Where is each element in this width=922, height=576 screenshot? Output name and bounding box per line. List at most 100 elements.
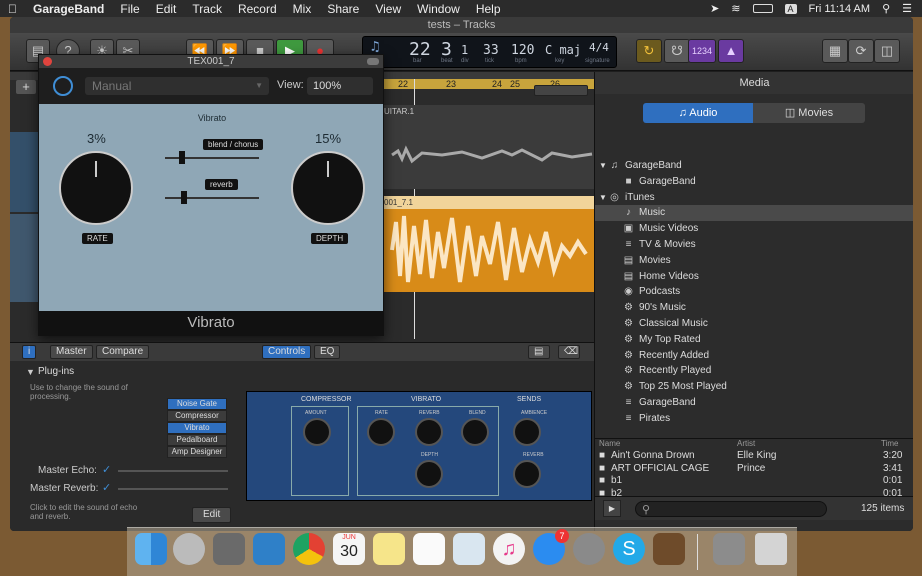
menu-record[interactable]: Record — [230, 2, 285, 16]
media-tree-item[interactable]: ▼ ♫ GarageBand — [595, 158, 913, 174]
media-tree-item[interactable]: ≡ GarageBand — [595, 395, 913, 411]
rack-blend-knob[interactable] — [461, 418, 489, 446]
media-tree-item[interactable]: ≡ Pirates — [595, 411, 913, 427]
add-track-button[interactable]: + — [16, 80, 36, 94]
media-tree-item[interactable]: ⚙ Classical Music — [595, 316, 913, 332]
ambience-knob[interactable] — [513, 418, 541, 446]
menu-app[interactable]: GarageBand — [25, 2, 112, 16]
keyboard-icon[interactable]: ▤ — [528, 345, 550, 359]
reminders-icon[interactable] — [413, 533, 445, 565]
notes-icon[interactable] — [373, 533, 405, 565]
media-tree-item[interactable]: ≡ TV & Movies — [595, 237, 913, 253]
calendar-icon[interactable]: JUN 30 — [333, 533, 365, 565]
garageband-icon[interactable] — [653, 533, 685, 565]
app-store-icon[interactable]: 7 — [533, 529, 569, 565]
master-button[interactable]: Master — [50, 345, 93, 359]
play-preview-button[interactable]: ▶ — [603, 500, 621, 517]
menu-track[interactable]: Track — [184, 2, 230, 16]
notepad-icon[interactable]: ▦ — [822, 39, 848, 63]
vibrato-plugin-window[interactable]: TEX001_7 Manual ▼ View: 100% Vibrato 3% … — [38, 54, 384, 336]
loop-browser-icon[interactable]: ⟳ — [848, 39, 874, 63]
rack-rate-knob[interactable] — [367, 418, 395, 446]
plugin-slot-vibrato[interactable]: Vibrato — [167, 422, 227, 434]
compressor-amount-knob[interactable] — [303, 418, 331, 446]
xcode-icon[interactable] — [253, 533, 285, 565]
media-tree-item[interactable]: ◉ Podcasts — [595, 284, 913, 300]
battery-icon[interactable] — [752, 4, 773, 13]
media-tree-item[interactable]: ▤ Movies — [595, 253, 913, 269]
movies-tab[interactable]: ◫ Movies — [753, 103, 865, 123]
system-preferences-icon[interactable] — [573, 533, 605, 565]
master-reverb-slider[interactable] — [118, 488, 228, 490]
audio-tab[interactable]: ♫ Audio — [643, 103, 753, 123]
cycle-icon[interactable]: ↻ — [636, 39, 662, 63]
compare-button[interactable]: Compare — [96, 345, 150, 359]
plugin-collapse-icon[interactable] — [367, 58, 379, 65]
menu-mix[interactable]: Mix — [285, 2, 320, 16]
trash-icon[interactable] — [755, 533, 787, 565]
master-echo-slider[interactable] — [118, 470, 228, 472]
power-icon[interactable] — [53, 76, 73, 96]
notification-center-icon[interactable]: ☰ — [902, 2, 912, 15]
disclosure-triangle-icon[interactable]: ▼ — [26, 367, 35, 377]
wifi-icon[interactable]: ≋ — [731, 2, 740, 15]
table-row[interactable]: ■ ART OFFICIAL CAGE Prince 3:41 — [595, 463, 913, 475]
menu-help[interactable]: Help — [468, 2, 509, 16]
media-tree-item[interactable]: ⚙ Top 25 Most Played — [595, 379, 913, 395]
media-tree-item[interactable]: ♪ Music — [595, 205, 913, 222]
menu-share[interactable]: Share — [319, 2, 367, 16]
plugin-slot-noise-gate[interactable]: Noise Gate — [167, 398, 227, 410]
menu-window[interactable]: Window — [409, 2, 468, 16]
col-artist[interactable]: Artist — [737, 439, 755, 448]
rack-depth-knob[interactable] — [415, 460, 443, 488]
preset-select[interactable]: Manual ▼ — [85, 77, 269, 95]
media-tree-item[interactable]: ▼ ◎ iTunes — [595, 190, 913, 206]
controls-tab[interactable]: Controls — [262, 345, 312, 359]
blend-slider-handle[interactable] — [179, 151, 185, 164]
lcd-key[interactable]: C maj — [545, 43, 581, 57]
media-browser-icon[interactable]: ◫ — [874, 39, 900, 63]
track-header-1[interactable] — [10, 132, 38, 212]
master-reverb-checkbox[interactable]: ✓ — [102, 481, 111, 494]
master-echo-checkbox[interactable]: ✓ — [102, 463, 111, 476]
media-tree-item[interactable]: ⚙ My Top Rated — [595, 332, 913, 348]
sends-reverb-knob[interactable] — [513, 460, 541, 488]
tuner-fork-icon[interactable]: ☋ — [664, 39, 690, 63]
menu-view[interactable]: View — [367, 2, 409, 16]
menu-edit[interactable]: Edit — [148, 2, 185, 16]
rack-reverb-knob[interactable] — [415, 418, 443, 446]
lcd-display[interactable]: ♫ 22 3 1 33 120 C maj 4/4 bar beat div t… — [362, 36, 617, 68]
table-row[interactable]: ■ b1 0:01 — [595, 475, 913, 487]
lcd-signature[interactable]: 4/4 — [589, 41, 609, 54]
media-tree-item[interactable]: ⚙ Recently Added — [595, 348, 913, 364]
media-tree-item[interactable]: ⚙ 90's Music — [595, 300, 913, 316]
finder-icon[interactable] — [135, 533, 167, 565]
plugin-slot-pedalboard[interactable]: Pedalboard — [167, 434, 227, 446]
rate-knob[interactable] — [59, 151, 133, 225]
chrome-icon[interactable] — [293, 533, 325, 565]
audio-region-1[interactable]: UITAR.1 — [382, 105, 594, 189]
metronome-icon[interactable]: ▲ — [718, 39, 744, 63]
preview-icon[interactable] — [453, 533, 485, 565]
audio-region-2[interactable]: 001_7.1 — [382, 196, 594, 292]
table-row[interactable]: ■ Ain't Gonna Drown Elle King 3:20 — [595, 450, 913, 462]
tuner-icon[interactable]: ♫ — [371, 39, 379, 55]
disclosure-triangle-icon[interactable]: ▼ — [599, 190, 607, 206]
calculator-icon[interactable] — [213, 533, 245, 565]
count-in-button[interactable]: 1234 — [688, 39, 716, 63]
media-tree-item[interactable]: ■ GarageBand — [595, 174, 913, 190]
lcd-bpm[interactable]: 120 — [511, 43, 534, 58]
apple-menu-icon[interactable]:  — [0, 2, 25, 16]
track-header-2[interactable] — [10, 214, 38, 302]
media-tree-item[interactable]: ▣ Music Videos — [595, 221, 913, 237]
menu-file[interactable]: File — [112, 2, 147, 16]
finder-window-icon[interactable] — [713, 533, 745, 565]
view-zoom-select[interactable]: 100% — [307, 77, 373, 95]
media-search-input[interactable]: ⚲ — [635, 501, 827, 517]
media-tree-item[interactable]: ⚙ Recently Played — [595, 363, 913, 379]
itunes-icon[interactable]: ♫ — [493, 533, 525, 565]
reverb-slider-handle[interactable] — [181, 191, 187, 204]
location-icon[interactable]: ➤ — [710, 2, 719, 15]
plugin-slot-amp-designer[interactable]: Amp Designer — [167, 446, 227, 458]
media-tree-item[interactable]: ▤ Home Videos — [595, 269, 913, 285]
